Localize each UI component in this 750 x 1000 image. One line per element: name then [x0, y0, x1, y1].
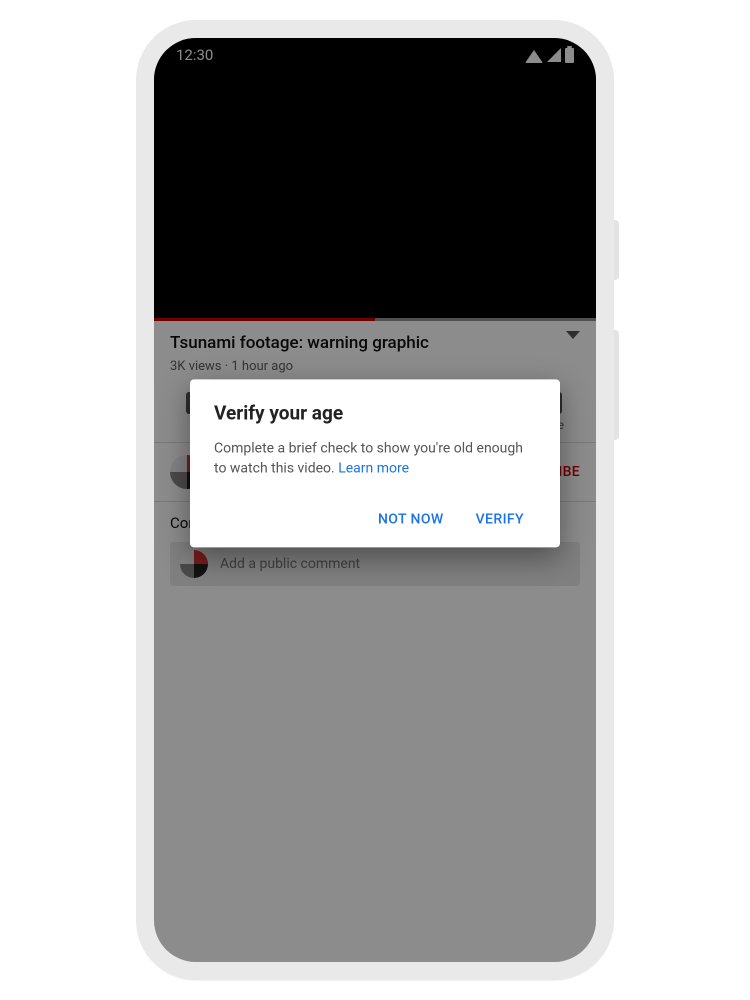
verify-button[interactable]: VERIFY	[464, 501, 536, 537]
phone-frame: 12:30 Tsunami footage: warning graphic 3…	[136, 20, 614, 980]
screen: 12:30 Tsunami footage: warning graphic 3…	[154, 38, 596, 962]
side-button-2	[614, 330, 619, 440]
learn-more-link[interactable]: Learn more	[338, 461, 409, 477]
not-now-button[interactable]: NOT NOW	[366, 501, 456, 537]
dialog-body: Complete a brief check to show you're ol…	[214, 438, 536, 479]
age-verify-dialog: Verify your age Complete a brief check t…	[190, 379, 560, 547]
side-button-1	[614, 220, 619, 280]
dialog-title: Verify your age	[214, 401, 536, 424]
dialog-actions: NOT NOW VERIFY	[214, 501, 536, 537]
